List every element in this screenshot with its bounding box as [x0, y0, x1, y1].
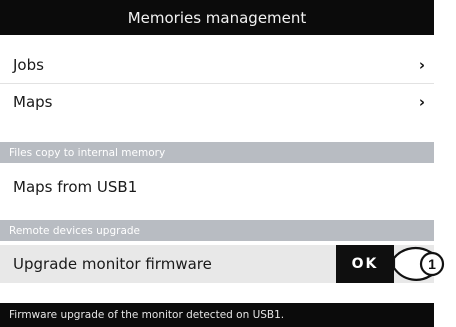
section-header-files-copy: Files copy to internal memory [0, 142, 434, 163]
status-bar: Firmware upgrade of the monitor detected… [0, 303, 434, 327]
chevron-right-icon: › [418, 56, 426, 74]
ok-button-label: OK [351, 256, 379, 272]
chevron-right-icon: › [418, 93, 426, 111]
menu-item-maps[interactable]: Maps › [0, 84, 434, 120]
menu-item-jobs[interactable]: Jobs › [0, 47, 434, 83]
title-bar: Memories management [0, 0, 434, 35]
ok-button[interactable]: OK [336, 245, 394, 283]
menu-item-maps-label: Maps [13, 93, 53, 111]
memories-management-screen: Memories management Jobs › Maps › Files … [0, 0, 434, 327]
status-message: Firmware upgrade of the monitor detected… [9, 309, 285, 321]
page-title: Memories management [127, 8, 307, 27]
menu-item-jobs-label: Jobs [13, 56, 44, 74]
section-header-remote-upgrade: Remote devices upgrade [0, 220, 434, 241]
section-header-files-copy-label: Files copy to internal memory [9, 146, 166, 159]
section-header-remote-upgrade-label: Remote devices upgrade [9, 224, 141, 237]
menu-item-maps-from-usb[interactable]: Maps from USB1 [0, 168, 434, 206]
menu-item-maps-from-usb-label: Maps from USB1 [13, 178, 138, 196]
